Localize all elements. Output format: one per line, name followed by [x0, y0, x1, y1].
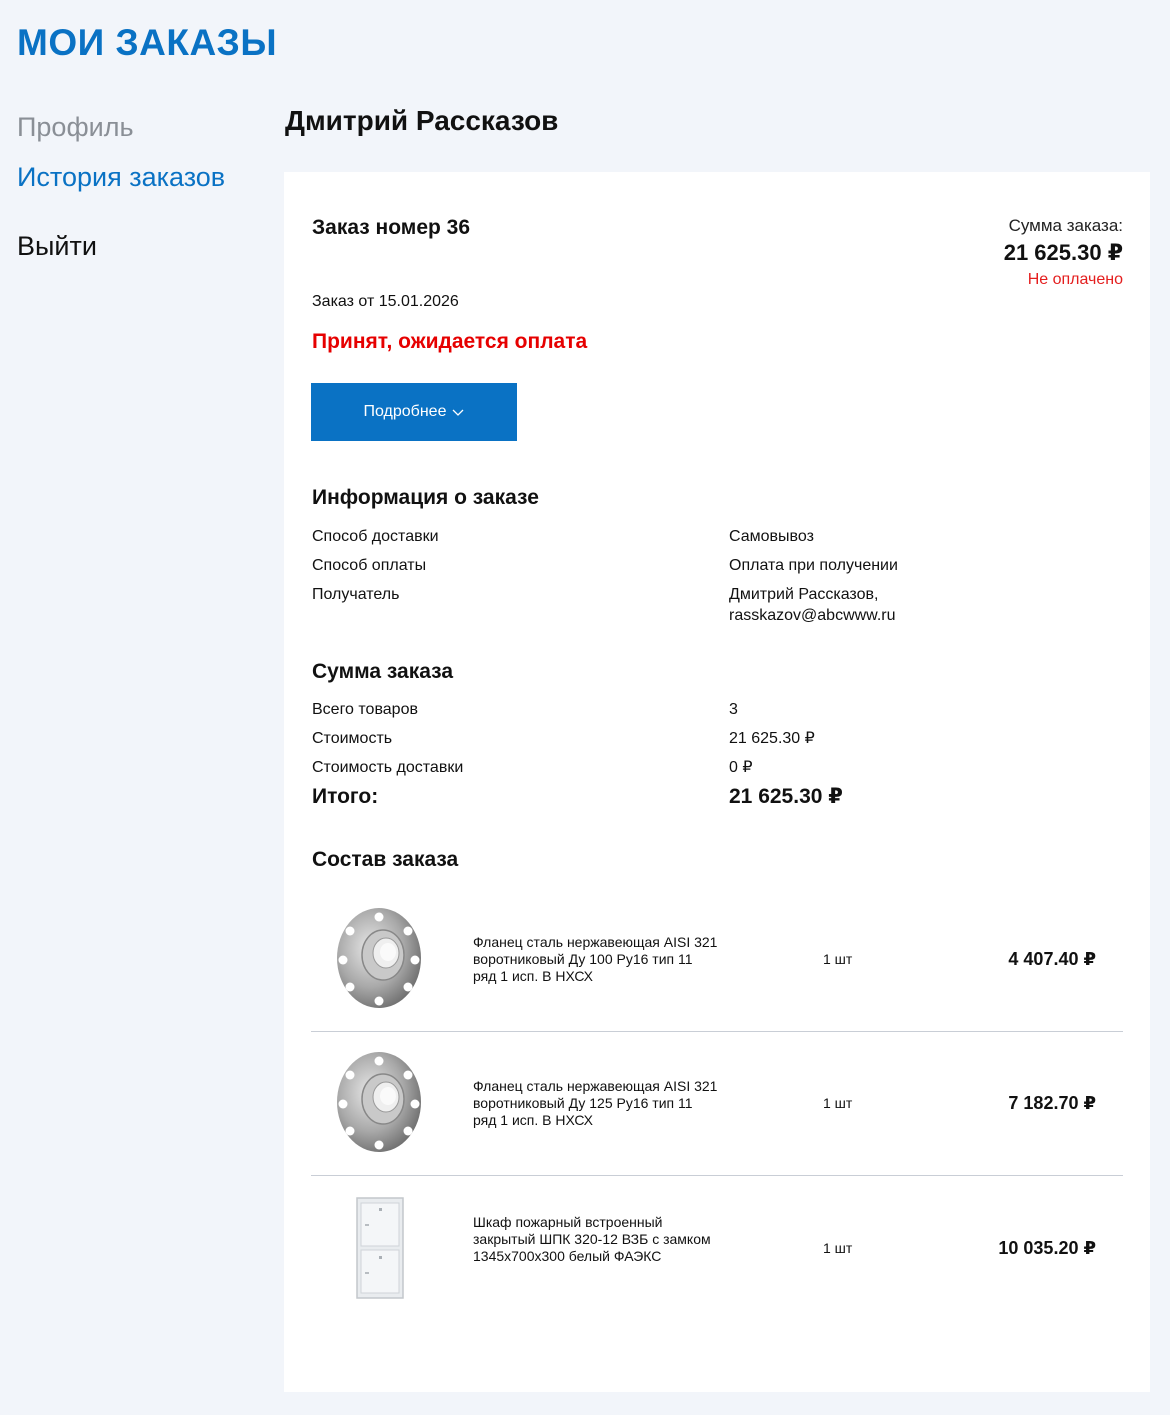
- summary-title: Сумма заказа: [312, 660, 454, 683]
- order-item: Фланец сталь нержавеющая AISI 321 воротн…: [311, 1031, 1123, 1176]
- order-item: Фланец сталь нержавеющая AISI 321 воротн…: [311, 887, 1123, 1032]
- details-button[interactable]: Подробнее: [311, 383, 517, 441]
- payment-status: Не оплачено: [1027, 271, 1123, 288]
- total-label: Итого:: [312, 785, 379, 808]
- info-value: Самовывоз: [729, 528, 814, 545]
- summary-label: Всего товаров: [312, 701, 418, 718]
- info-label: Способ доставки: [312, 528, 439, 545]
- cabinet-image: [356, 1197, 404, 1299]
- info-title: Информация о заказе: [312, 486, 539, 509]
- chevron-down-icon: [453, 409, 464, 416]
- sidebar-item-profile[interactable]: Профиль: [17, 110, 225, 144]
- item-name[interactable]: Фланец сталь нержавеющая AISI 321 воротн…: [473, 1078, 718, 1129]
- total-value: 21 625.30 ₽: [729, 785, 843, 808]
- info-value: Дмитрий Рассказов, rasskazov@abcwww.ru: [729, 586, 896, 624]
- item-name[interactable]: Шкаф пожарный встроенный закрытый ШПК 32…: [473, 1214, 718, 1265]
- item-price: 4 407.40 ₽: [1008, 949, 1096, 969]
- sidebar: Профиль История заказов Выйти: [17, 110, 225, 263]
- summary-value: 3: [729, 701, 738, 718]
- order-number: Заказ номер 36: [312, 216, 471, 239]
- user-name: Дмитрий Рассказов: [285, 105, 559, 136]
- item-qty: 1 шт: [823, 1240, 853, 1256]
- flange-image: [337, 908, 421, 1008]
- summary-value: 21 625.30 ₽: [729, 730, 815, 747]
- item-price: 10 035.20 ₽: [998, 1238, 1096, 1258]
- details-button-label: Подробнее: [363, 403, 447, 420]
- info-value: Оплата при получении: [729, 557, 898, 574]
- order-item: Шкаф пожарный встроенный закрытый ШПК 32…: [311, 1176, 1123, 1320]
- sidebar-item-logout[interactable]: Выйти: [17, 229, 225, 263]
- summary-value: 0 ₽: [729, 759, 753, 776]
- composition-title: Состав заказа: [312, 848, 459, 871]
- summary-label: Стоимость доставки: [312, 759, 464, 776]
- item-qty: 1 шт: [823, 951, 853, 967]
- order-sum-label: Сумма заказа:: [1008, 216, 1123, 235]
- page-title: МОИ ЗАКАЗЫ: [17, 22, 278, 63]
- info-label: Способ оплаты: [312, 557, 427, 574]
- summary-label: Стоимость: [312, 730, 393, 747]
- item-qty: 1 шт: [823, 1095, 853, 1111]
- item-price: 7 182.70 ₽: [1008, 1093, 1096, 1113]
- order-status: Принят, ожидается оплата: [312, 330, 588, 353]
- order-sum-block: Сумма заказа: 21 625.30 ₽ Не оплачено: [1004, 216, 1123, 289]
- order-date: Заказ от 15.01.2026: [312, 293, 459, 310]
- info-label: Получатель: [312, 586, 400, 603]
- sidebar-item-history[interactable]: История заказов: [17, 160, 225, 194]
- order-card: Заказ номер 36 Сумма заказа: 21 625.30 ₽…: [284, 172, 1150, 1392]
- order-sum-value: 21 625.30 ₽: [1003, 240, 1123, 265]
- item-name[interactable]: Фланец сталь нержавеющая AISI 321 воротн…: [473, 934, 718, 985]
- flange-image: [337, 1052, 421, 1152]
